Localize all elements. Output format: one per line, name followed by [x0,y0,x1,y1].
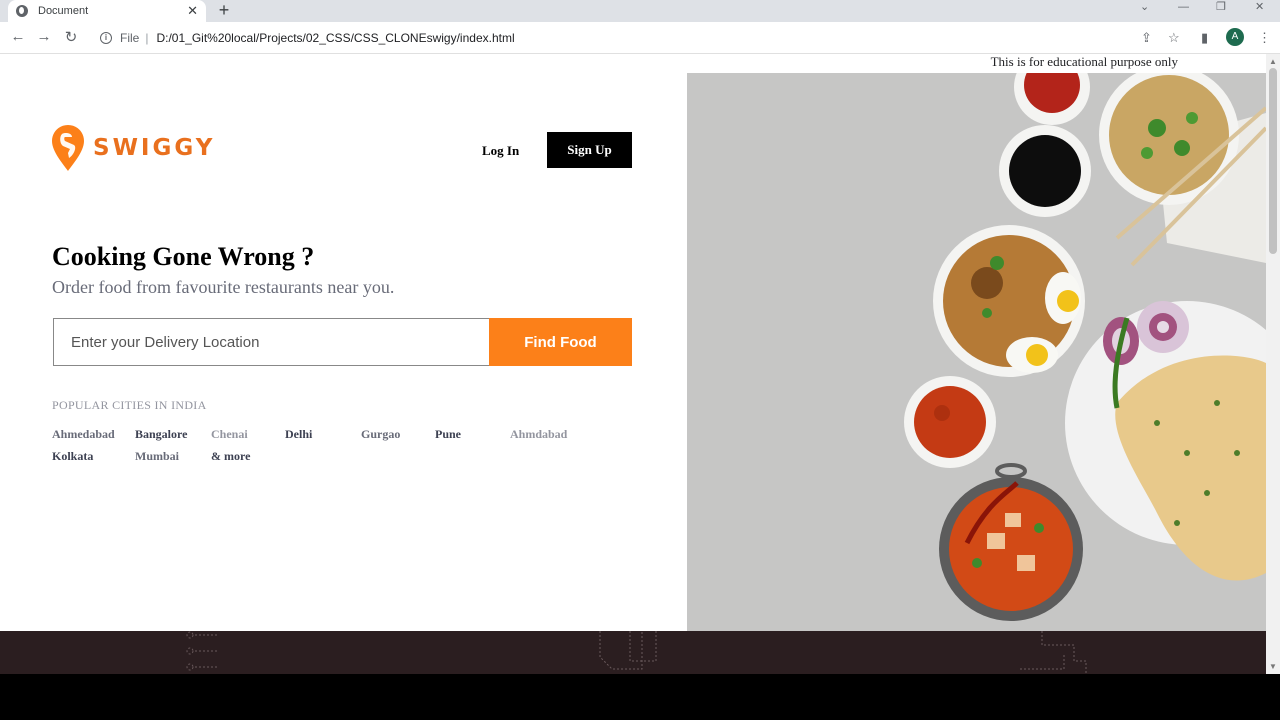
footer-band [0,631,1266,674]
food-illustration [687,73,1266,631]
address-separator: | [145,31,149,45]
globe-icon [16,5,28,17]
disclaimer-text: This is for educational purpose only [990,54,1178,69]
minimize-icon[interactable]: — [1178,0,1189,18]
share-icon[interactable]: ⇪ [1141,30,1152,46]
find-food-button[interactable]: Find Food [489,318,632,366]
city-link[interactable]: Mumbai [135,449,179,464]
footer-decoration [186,631,1087,674]
address-bar[interactable]: i File | D:/01_Git%20local/Projects/02_C… [90,26,1170,50]
page-scrollbar[interactable]: ▲ ▼ [1266,54,1280,674]
scrollbar-thumb[interactable] [1269,68,1277,254]
city-link[interactable]: Kolkata [52,449,93,464]
hero-food-image [687,73,1266,631]
city-link[interactable]: Bangalore [135,427,187,442]
window-close-icon[interactable]: ✕ [1255,0,1264,18]
side-panel-icon[interactable]: ▮ [1201,30,1208,46]
address-url[interactable]: D:/01_Git%20local/Projects/02_CSS/CSS_CL… [156,31,514,45]
login-link[interactable]: Log In [482,143,519,159]
city-link[interactable]: Ahmdabad [510,427,567,442]
forward-icon[interactable]: → [34,28,54,45]
city-link[interactable]: Ahmedabad [52,427,115,442]
reload-icon[interactable]: ↻ [61,28,81,46]
swiggy-logo[interactable]: SWIGGY [52,125,215,171]
brand-name: SWIGGY [93,135,216,161]
web-page: This is for educational purpose only SWI… [0,54,1266,674]
signup-button[interactable]: Sign Up [547,132,632,168]
delivery-location-input[interactable] [53,318,490,366]
new-tab-button[interactable]: + [216,0,232,22]
city-link[interactable]: Chenai [211,427,248,442]
scroll-up-icon[interactable]: ▲ [1269,57,1277,66]
bookmark-star-icon[interactable]: ☆ [1168,30,1180,46]
city-link[interactable]: Pune [435,427,461,442]
city-link[interactable]: Delhi [285,427,312,442]
more-cities-link[interactable]: & more [211,449,250,464]
hero-subline: Order food from favourite restaurants ne… [52,277,395,297]
tab-close-icon[interactable]: ✕ [187,3,198,19]
popular-cities-heading: POPULAR CITIES IN INDIA [52,398,207,412]
scroll-down-icon[interactable]: ▼ [1269,662,1277,671]
browser-tab-bar: Document ✕ + ⌄ — ❐ ✕ [0,0,1280,22]
back-icon[interactable]: ← [8,28,28,45]
city-link[interactable]: Gurgao [361,427,400,442]
tab-title: Document [38,5,89,17]
site-info-icon[interactable]: i [100,32,112,44]
profile-avatar[interactable]: A [1226,28,1244,46]
browser-tab[interactable]: Document ✕ [8,0,206,22]
menu-kebab-icon[interactable]: ⋮ [1258,30,1271,46]
swiggy-pin-icon [52,125,84,171]
address-scheme: File [120,31,140,45]
hero-headline: Cooking Gone Wrong ? [52,242,315,271]
browser-toolbar: ← → ↻ i File | D:/01_Git%20local/Project… [0,22,1280,54]
maximize-icon[interactable]: ❐ [1216,0,1226,18]
tab-search-icon[interactable]: ⌄ [1140,0,1149,18]
